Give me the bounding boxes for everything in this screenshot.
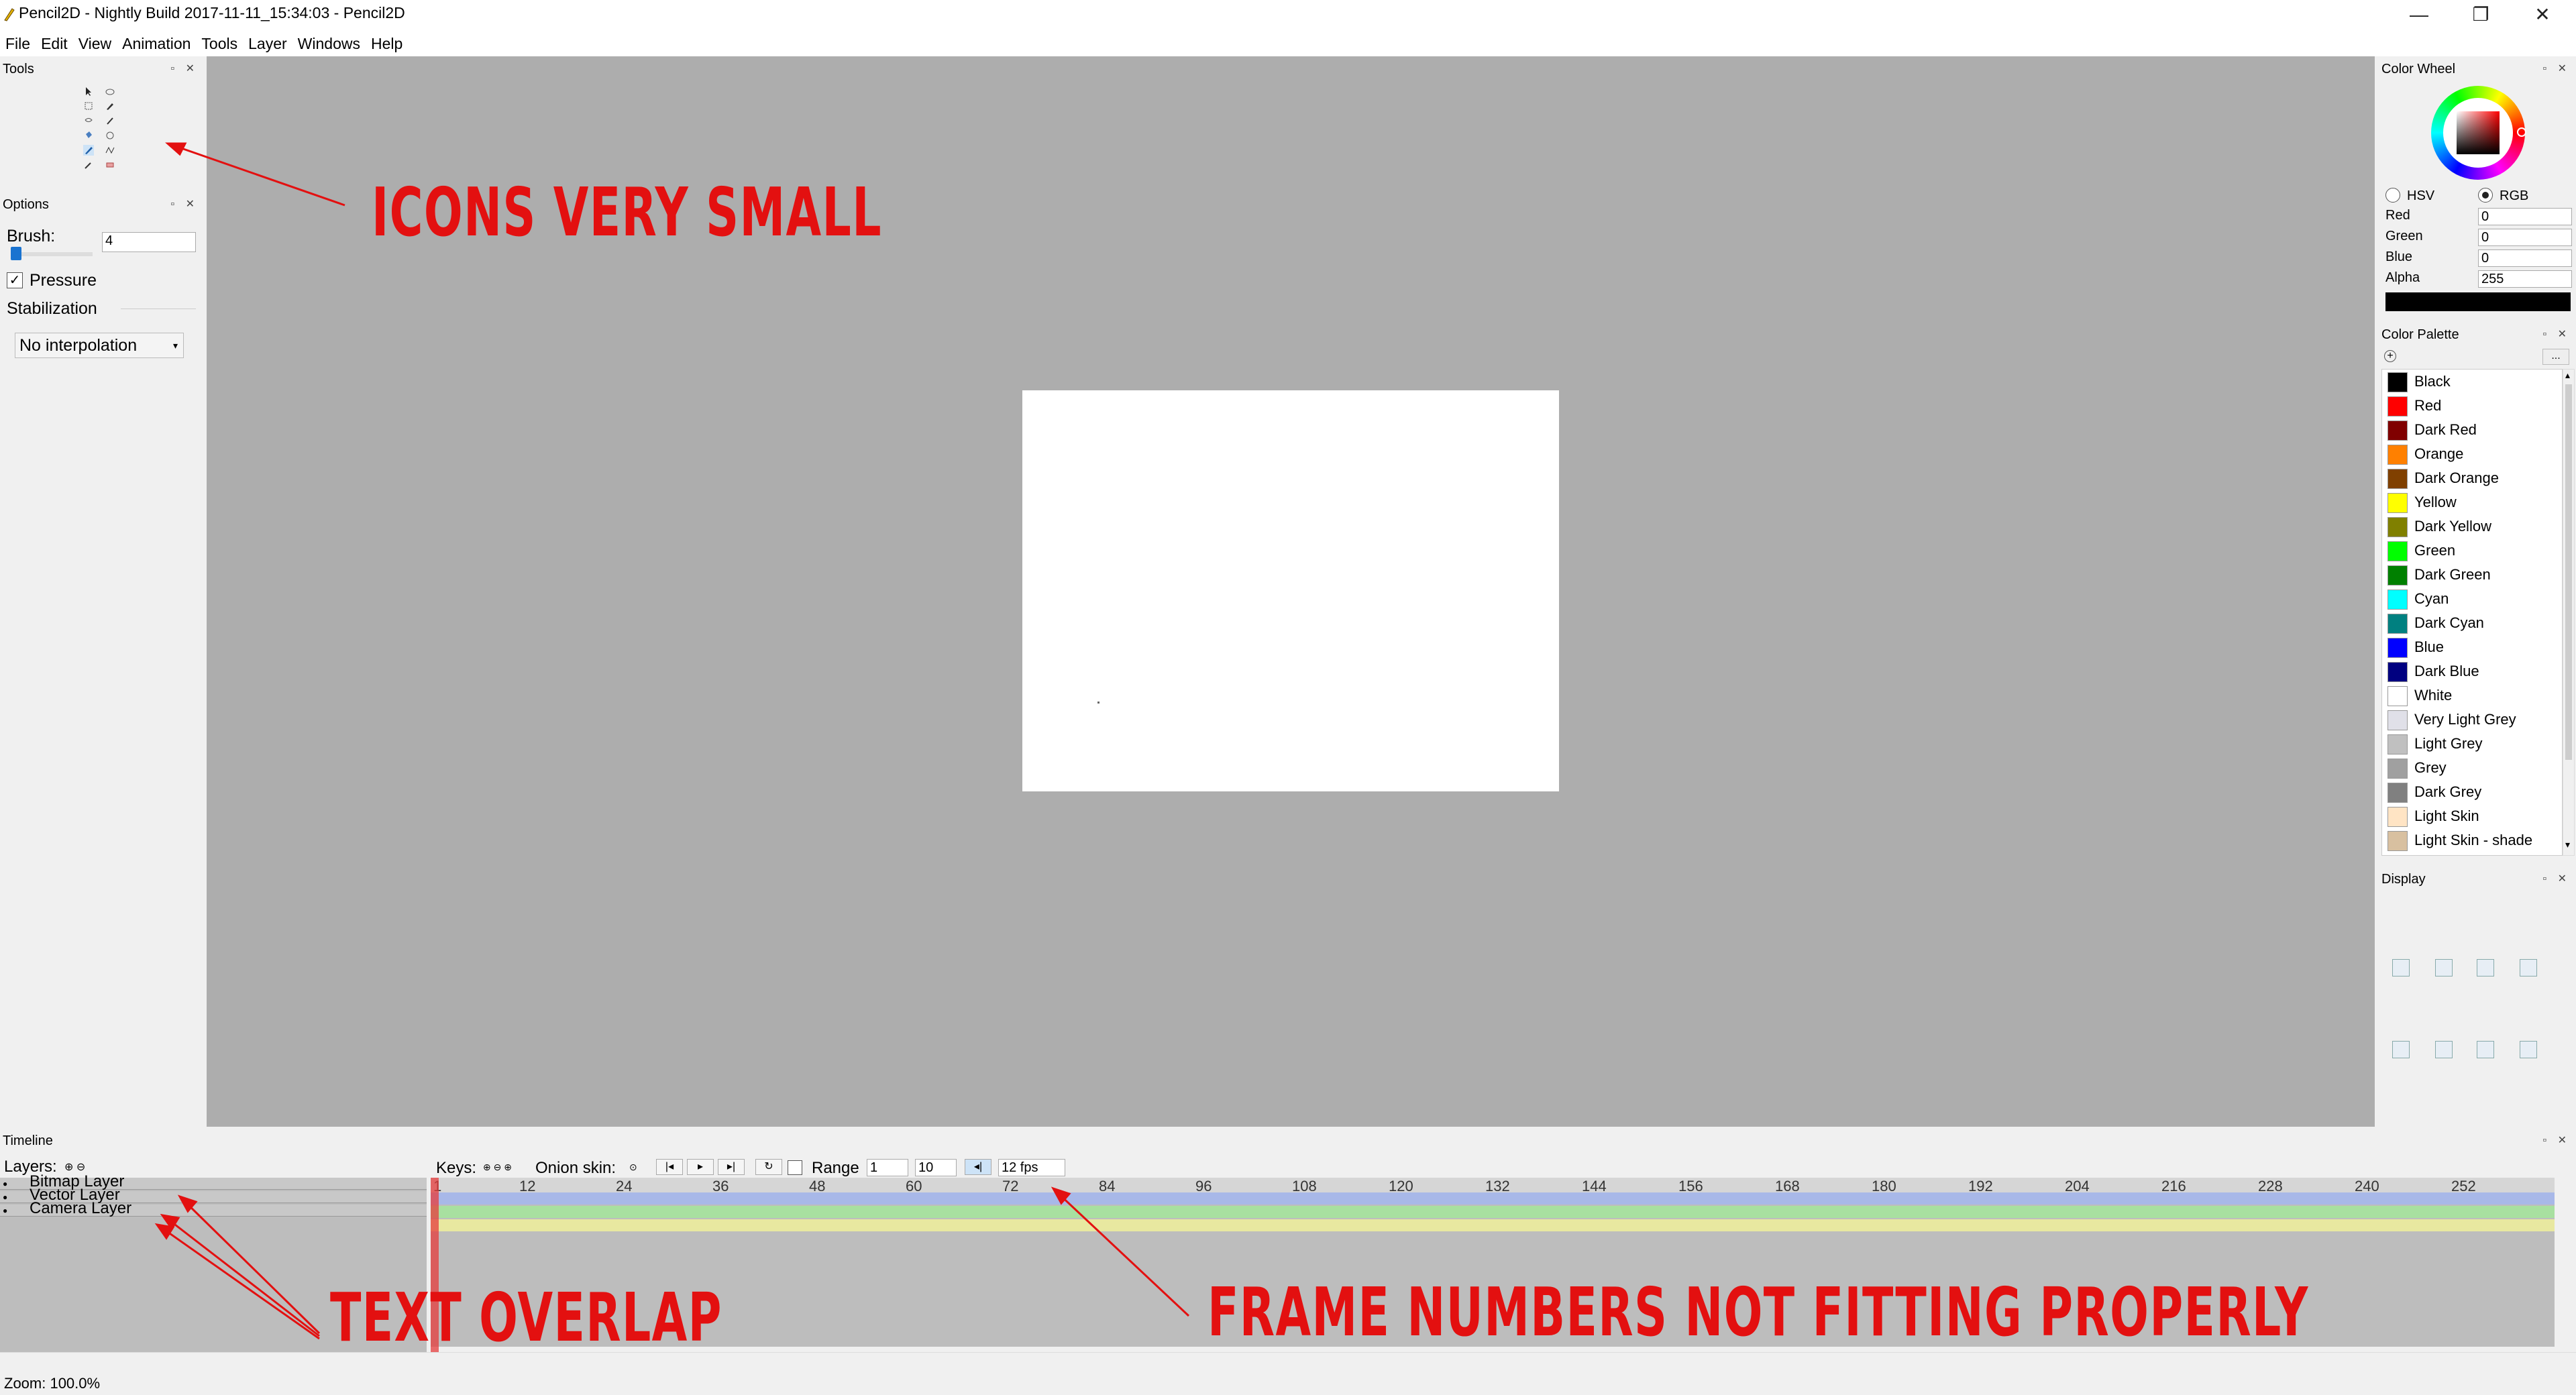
annotation-icons-very-small: ICONS VERY SMALL	[372, 173, 882, 252]
annotation-text-overlap: TEXT OVERLAP	[330, 1278, 722, 1357]
annotation-frame-numbers: FRAME NUMBERS NOT FITTING PROPERLY	[1208, 1273, 2309, 1351]
